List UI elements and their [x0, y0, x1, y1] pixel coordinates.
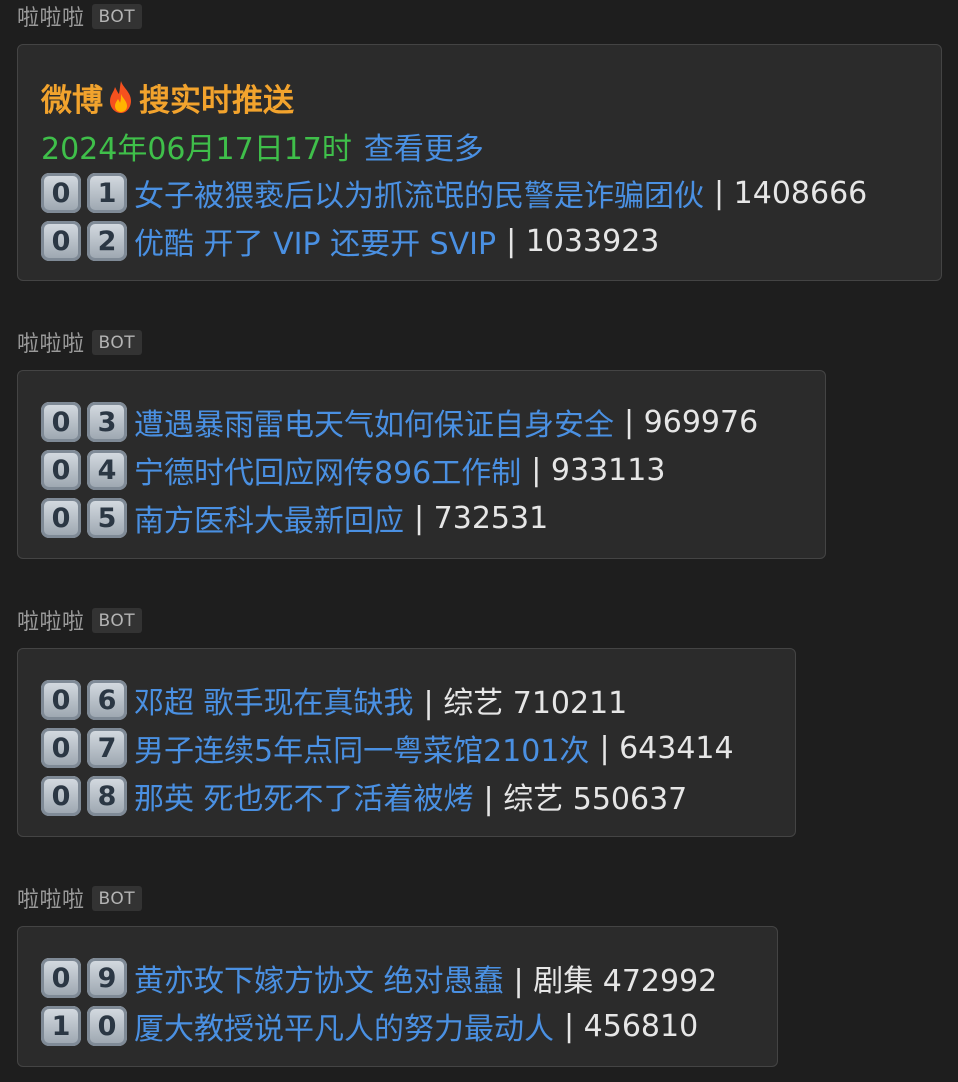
- keycap-digit-icon: 1: [41, 1006, 81, 1046]
- sender-name[interactable]: 啦啦啦: [17, 326, 85, 358]
- keycap-digit-icon: 6: [87, 680, 127, 720]
- topic-link[interactable]: 邓超 歌手现在真缺我: [134, 678, 414, 722]
- topic-link[interactable]: 优酷 开了 VIP 还要开 SVIP: [134, 219, 496, 263]
- list-item: 0 6 邓超 歌手现在真缺我 | 综艺 710211: [41, 676, 773, 724]
- keycap-digit-icon: 0: [41, 450, 81, 490]
- feed-title: 微博 搜实时推送: [41, 71, 919, 123]
- bot-message: 啦啦啦 BOT 0 9 黄亦玫下嫁方协文 绝对愚蠢 | 剧集 472992 1 …: [17, 882, 778, 1067]
- sender-name[interactable]: 啦啦啦: [17, 0, 85, 32]
- bot-badge: BOT: [91, 3, 143, 29]
- list-item: 0 7 男子连续5年点同一粤菜馆2101次 | 643414: [41, 724, 773, 772]
- message-header: 啦啦啦 BOT: [17, 326, 826, 358]
- topic-link[interactable]: 遭遇暴雨雷电天气如何保证自身安全: [134, 400, 614, 444]
- topic-link[interactable]: 宁德时代回应网传896工作制: [134, 448, 521, 492]
- message-bubble: 0 6 邓超 歌手现在真缺我 | 综艺 710211 0 7 男子连续5年点同一…: [17, 648, 796, 837]
- keycap-digit-icon: 0: [41, 680, 81, 720]
- topic-link[interactable]: 厦大教授说平凡人的努力最动人: [134, 1004, 554, 1048]
- list-item: 0 3 遭遇暴雨雷电天气如何保证自身安全 | 969976: [41, 398, 803, 446]
- bot-message: 啦啦啦 BOT 0 6 邓超 歌手现在真缺我 | 综艺 710211 0 7 男…: [17, 604, 796, 837]
- list-item: 0 1 女子被猥亵后以为抓流氓的民警是诈骗团伙 | 1408666: [41, 169, 919, 217]
- topic-heat: | 969976: [624, 404, 759, 440]
- sender-name[interactable]: 啦啦啦: [17, 604, 85, 636]
- keycap-digit-icon: 8: [87, 776, 127, 816]
- keycap-digit-icon: 0: [41, 728, 81, 768]
- keycap-digit-icon: 7: [87, 728, 127, 768]
- keycap-digit-icon: 0: [41, 776, 81, 816]
- bot-badge: BOT: [91, 329, 143, 355]
- bot-badge: BOT: [91, 607, 143, 633]
- topic-heat: | 643414: [599, 730, 734, 766]
- keycap-digit-icon: 1: [87, 173, 127, 213]
- keycap-digit-icon: 0: [41, 402, 81, 442]
- message-header: 啦啦啦 BOT: [17, 882, 778, 914]
- list-item: 0 4 宁德时代回应网传896工作制 | 933113: [41, 446, 803, 494]
- message-header: 啦啦啦 BOT: [17, 604, 796, 636]
- title-right: 搜实时推送: [139, 82, 294, 119]
- topic-link[interactable]: 那英 死也死不了活着被烤: [134, 774, 474, 818]
- keycap-digit-icon: 4: [87, 450, 127, 490]
- keycap-digit-icon: 0: [87, 1006, 127, 1046]
- message-bubble: 微博 搜实时推送 2024年06月17日17时 查看更多 0 1 女子被猥亵后以…: [17, 44, 942, 281]
- bot-message: 啦啦啦 BOT 0 3 遭遇暴雨雷电天气如何保证自身安全 | 969976 0 …: [17, 326, 826, 559]
- keycap-digit-icon: 5: [87, 498, 127, 538]
- bot-badge: BOT: [91, 885, 143, 911]
- list-item: 0 8 那英 死也死不了活着被烤 | 综艺 550637: [41, 772, 773, 820]
- topic-heat: | 933113: [531, 452, 666, 488]
- message-bubble: 0 3 遭遇暴雨雷电天气如何保证自身安全 | 969976 0 4 宁德时代回应…: [17, 370, 826, 559]
- topic-heat: | 综艺 550637: [483, 782, 688, 817]
- view-more-link[interactable]: 查看更多: [364, 124, 484, 168]
- keycap-digit-icon: 2: [87, 221, 127, 261]
- keycap-digit-icon: 3: [87, 402, 127, 442]
- keycap-digit-icon: 0: [41, 958, 81, 998]
- list-item: 1 0 厦大教授说平凡人的努力最动人 | 456810: [41, 1002, 755, 1050]
- bot-message: 啦啦啦 BOT 微博 搜实时推送 2024年06月17日17时 查看更多 0 1…: [17, 0, 942, 281]
- topic-heat: | 1408666: [714, 175, 868, 211]
- topic-link[interactable]: 黄亦玫下嫁方协文 绝对愚蠢: [134, 956, 504, 1000]
- topic-heat: | 剧集 472992: [513, 964, 718, 999]
- keycap-digit-icon: 0: [41, 498, 81, 538]
- topic-link[interactable]: 女子被猥亵后以为抓流氓的民警是诈骗团伙: [134, 171, 704, 215]
- title-left: 微博: [41, 82, 103, 119]
- list-item: 0 2 优酷 开了 VIP 还要开 SVIP | 1033923: [41, 217, 919, 265]
- message-feed: 啦啦啦 BOT 微博 搜实时推送 2024年06月17日17时 查看更多 0 1…: [0, 0, 958, 1082]
- list-item: 0 9 黄亦玫下嫁方协文 绝对愚蠢 | 剧集 472992: [41, 954, 755, 1002]
- topic-heat: | 456810: [564, 1008, 699, 1044]
- topic-heat: | 1033923: [506, 223, 660, 259]
- topic-heat: | 综艺 710211: [423, 686, 628, 721]
- topic-link[interactable]: 男子连续5年点同一粤菜馆2101次: [134, 726, 589, 770]
- keycap-digit-icon: 9: [87, 958, 127, 998]
- sender-name[interactable]: 啦啦啦: [17, 882, 85, 914]
- message-header: 啦啦啦 BOT: [17, 0, 942, 32]
- keycap-digit-icon: 0: [41, 173, 81, 213]
- push-date: 2024年06月17日17时: [41, 132, 352, 167]
- topic-heat: | 732531: [414, 500, 549, 536]
- keycap-digit-icon: 0: [41, 221, 81, 261]
- topic-link[interactable]: 南方医科大最新回应: [134, 496, 404, 540]
- fire-icon: [110, 81, 131, 113]
- date-line: 2024年06月17日17时 查看更多: [41, 123, 919, 169]
- message-bubble: 0 9 黄亦玫下嫁方协文 绝对愚蠢 | 剧集 472992 1 0 厦大教授说平…: [17, 926, 778, 1067]
- list-item: 0 5 南方医科大最新回应 | 732531: [41, 494, 803, 542]
